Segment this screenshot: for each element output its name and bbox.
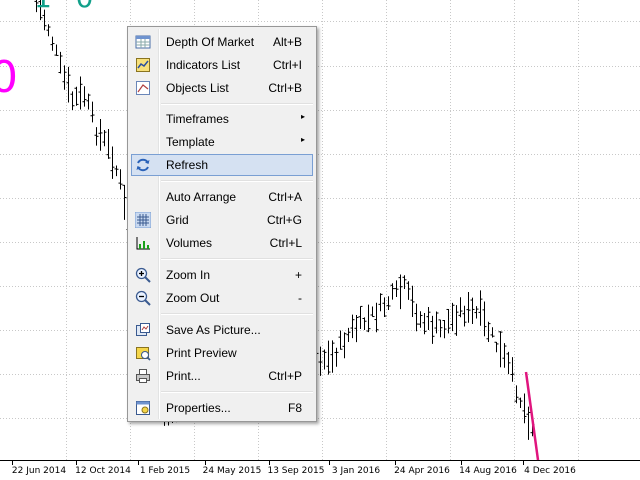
print-preview-icon	[136, 347, 151, 361]
menu-item-refresh[interactable]: Refresh	[131, 154, 313, 176]
menu-item-print-preview[interactable]: Print Preview	[131, 342, 313, 364]
indicators-list-icon	[136, 58, 150, 72]
menu-separator	[161, 258, 313, 260]
menu-item-auto-arrange[interactable]: Auto Arrange Ctrl+A	[131, 186, 313, 208]
submenu-arrow-icon: ▸	[300, 135, 305, 144]
menu-separator	[161, 103, 313, 105]
zoom-in-icon	[135, 267, 151, 283]
menu-item-shortcut: Ctrl+B	[268, 81, 302, 95]
menu-item-label: Volumes	[166, 236, 213, 250]
menu-item-template[interactable]: Template ▸	[131, 131, 313, 153]
x-axis-tick-label: 3 Jan 2016	[332, 466, 380, 476]
menu-item-shortcut: Ctrl+P	[268, 369, 302, 383]
print-icon	[136, 369, 150, 383]
save-picture-icon	[136, 323, 150, 336]
volumes-icon	[136, 237, 150, 250]
menu-item-label: Zoom In	[166, 268, 211, 282]
menu-separator	[161, 391, 313, 393]
menu-item-label: Properties...	[166, 401, 231, 415]
menu-item-label: Timeframes	[166, 112, 229, 126]
x-axis-tick-label: 1 Feb 2015	[140, 466, 190, 476]
menu-item-objects-list[interactable]: Objects List Ctrl+B	[131, 77, 313, 99]
chart-context-menu: Depth Of Market Alt+B Indicators List Ct…	[127, 26, 317, 422]
menu-item-depth-of-market[interactable]: Depth Of Market Alt+B	[131, 31, 313, 53]
x-axis-tick-label: 12 Oct 2014	[75, 466, 131, 476]
x-axis-tick-label: 14 Aug 2016	[459, 466, 517, 476]
indicator-line	[524, 371, 540, 461]
menu-item-timeframes[interactable]: Timeframes ▸	[131, 108, 313, 130]
menu-item-save-as-picture[interactable]: Save As Picture...	[131, 319, 313, 341]
price-chart[interactable]: 22 Jun 2014 12 Oct 2014 1 Feb 2015 24 May 2…	[0, 0, 640, 480]
x-axis-tick-label: 4 Dec 2016	[524, 466, 576, 476]
chart-overlay-label-top: 1· 0	[34, 0, 95, 12]
depth-of-market-icon	[135, 35, 151, 49]
menu-item-label: Print...	[166, 369, 201, 383]
menu-item-properties[interactable]: Properties... F8	[131, 397, 313, 419]
chart-overlay-label: 0	[0, 52, 18, 103]
menu-item-label: Template	[166, 135, 215, 149]
menu-separator	[161, 313, 313, 315]
menu-item-zoom-in[interactable]: Zoom In +	[131, 264, 313, 286]
menu-item-label: Indicators List	[166, 58, 241, 72]
menu-item-shortcut: Ctrl+A	[268, 190, 302, 204]
menu-separator	[161, 180, 313, 182]
objects-list-icon	[136, 81, 150, 95]
menu-item-shortcut: Ctrl+I	[272, 58, 302, 72]
menu-item-label: Grid	[166, 213, 189, 227]
zoom-out-icon	[135, 290, 151, 306]
menu-item-indicators-list[interactable]: Indicators List Ctrl+I	[131, 54, 313, 76]
x-axis-tick-label: 24 Apr 2016	[394, 466, 450, 476]
menu-item-shortcut: -	[298, 291, 302, 305]
properties-icon	[136, 401, 150, 415]
menu-item-label: Print Preview	[166, 346, 237, 360]
menu-item-label: Save As Picture...	[166, 323, 261, 337]
menu-item-label: Auto Arrange	[166, 190, 237, 204]
menu-item-label: Objects List	[166, 81, 229, 95]
menu-item-zoom-out[interactable]: Zoom Out -	[131, 287, 313, 309]
menu-item-shortcut: Alt+B	[272, 35, 302, 49]
menu-item-volumes[interactable]: Volumes Ctrl+L	[131, 232, 313, 254]
menu-item-label: Refresh	[166, 158, 209, 172]
grid-icon	[135, 212, 151, 228]
menu-item-shortcut: Ctrl+G	[266, 213, 302, 227]
x-axis-tick-label: 13 Sep 2015	[267, 466, 324, 476]
refresh-icon	[136, 158, 150, 172]
x-axis-tick-label: 22 Jun 2014	[12, 466, 66, 476]
x-axis-tick-label: 24 May 2015	[203, 466, 262, 476]
menu-item-shortcut: Ctrl+L	[269, 236, 302, 250]
menu-item-shortcut: F8	[287, 401, 302, 415]
menu-item-print[interactable]: Print... Ctrl+P	[131, 365, 313, 387]
menu-item-grid[interactable]: Grid Ctrl+G	[131, 209, 313, 231]
menu-item-label: Depth Of Market	[166, 35, 255, 49]
menu-item-shortcut: +	[294, 268, 302, 282]
submenu-arrow-icon: ▸	[300, 112, 305, 121]
menu-item-label: Zoom Out	[166, 291, 220, 305]
